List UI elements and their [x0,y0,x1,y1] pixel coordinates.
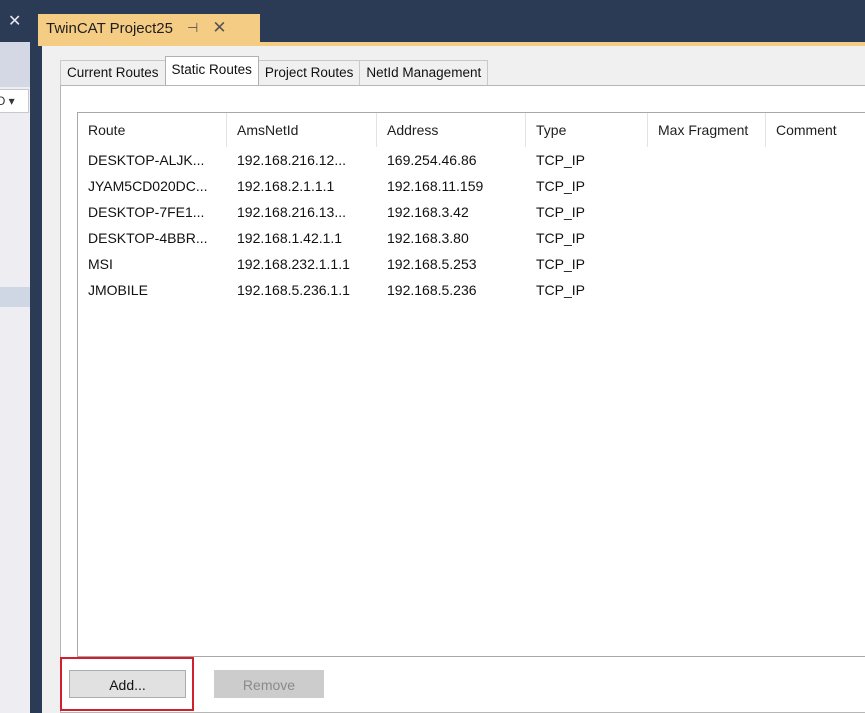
cell-address: 192.168.5.253 [387,256,477,272]
window-splitter[interactable] [30,0,38,713]
cell-comment [766,277,865,303]
column-header-amsnetid[interactable]: AmsNetId [227,113,377,147]
cell-type: TCP_IP [536,230,586,246]
tab-current-routes[interactable]: Current Routes [60,60,166,85]
tab-static-routes[interactable]: Static Routes [164,56,259,85]
pin-icon[interactable]: ⊣ [187,20,198,36]
cell-max-fragment [648,199,766,225]
cell-max-fragment [648,251,766,277]
static-routes-page: Route AmsNetId Address Type Max Fragment… [60,85,865,713]
cell-amsnetid: 192.168.216.12... [237,152,346,168]
routes-subtabs: Current Routes Static Routes Project Rou… [60,56,489,85]
cell-amsnetid: 192.168.1.42.1.1 [237,230,343,246]
document-tab[interactable]: TwinCAT Project25 ⊣ ✕ [38,14,260,42]
table-row[interactable]: DESKTOP-7FE1... 192.168.216.13... 192.16… [78,199,865,225]
cell-route: DESKTOP-7FE1... [88,204,205,220]
cell-comment [766,199,865,225]
column-header-address[interactable]: Address [377,113,526,147]
left-tool-window-toolbar [0,42,30,87]
cell-route: DESKTOP-ALJK... [88,152,205,168]
left-tool-window-header: ✕ [0,0,30,42]
table-row[interactable]: JYAM5CD020DC... 192.168.2.1.1.1 192.168.… [78,173,865,199]
cell-comment [766,251,865,277]
tab-project-routes[interactable]: Project Routes [257,60,361,85]
cell-type: TCP_IP [536,256,586,272]
table-row[interactable]: DESKTOP-4BBR... 192.168.1.42.1.1 192.168… [78,225,865,251]
cell-type: TCP_IP [536,178,586,194]
cell-comment [766,147,865,173]
column-header-type[interactable]: Type [526,113,648,147]
cell-type: TCP_IP [536,282,586,298]
cell-route: DESKTOP-4BBR... [88,230,208,246]
cell-type: TCP_IP [536,152,586,168]
cell-type: TCP_IP [536,204,586,220]
cell-route: JMOBILE [88,282,148,298]
left-search-dropdown[interactable]: O ▾ [0,89,29,113]
cell-address: 192.168.5.236 [387,282,477,298]
routes-list-header: Route AmsNetId Address Type Max Fragment… [78,113,865,147]
cell-route: MSI [88,256,113,272]
cell-amsnetid: 192.168.216.13... [237,204,346,220]
remove-route-button[interactable]: Remove [214,670,324,698]
close-tab-icon[interactable]: ✕ [212,18,226,38]
cell-max-fragment [648,277,766,303]
column-header-max-fragment[interactable]: Max Fragment [648,113,766,147]
column-header-route[interactable]: Route [78,113,227,147]
cell-max-fragment [648,173,766,199]
cell-address: 169.254.46.86 [387,152,477,168]
document-tab-title: TwinCAT Project25 [46,19,173,37]
cell-amsnetid: 192.168.232.1.1.1 [237,256,350,272]
routes-list[interactable]: Route AmsNetId Address Type Max Fragment… [77,112,865,657]
left-selected-item[interactable] [0,287,30,307]
routes-panel: Current Routes Static Routes Project Rou… [42,46,865,713]
left-tool-window: ✕ O ▾ [0,0,30,713]
cell-max-fragment [648,225,766,251]
column-header-comment[interactable]: Comment [766,113,865,147]
cell-address: 192.168.11.159 [387,178,484,194]
cell-max-fragment [648,147,766,173]
cell-comment [766,173,865,199]
cell-address: 192.168.3.42 [387,204,469,220]
cell-route: JYAM5CD020DC... [88,178,208,194]
cell-amsnetid: 192.168.5.236.1.1 [237,282,350,298]
cell-amsnetid: 192.168.2.1.1.1 [237,178,335,194]
cell-comment [766,225,865,251]
tab-netid-management[interactable]: NetId Management [359,60,489,85]
table-row[interactable]: JMOBILE 192.168.5.236.1.1 192.168.5.236 … [78,277,865,303]
add-route-button[interactable]: Add... [69,670,186,698]
cell-address: 192.168.3.80 [387,230,469,246]
table-row[interactable]: DESKTOP-ALJK... 192.168.216.12... 169.25… [78,147,865,173]
close-icon[interactable]: ✕ [8,11,21,31]
table-row[interactable]: MSI 192.168.232.1.1.1 192.168.5.253 TCP_… [78,251,865,277]
search-dropdown-icon: O ▾ [0,94,15,108]
